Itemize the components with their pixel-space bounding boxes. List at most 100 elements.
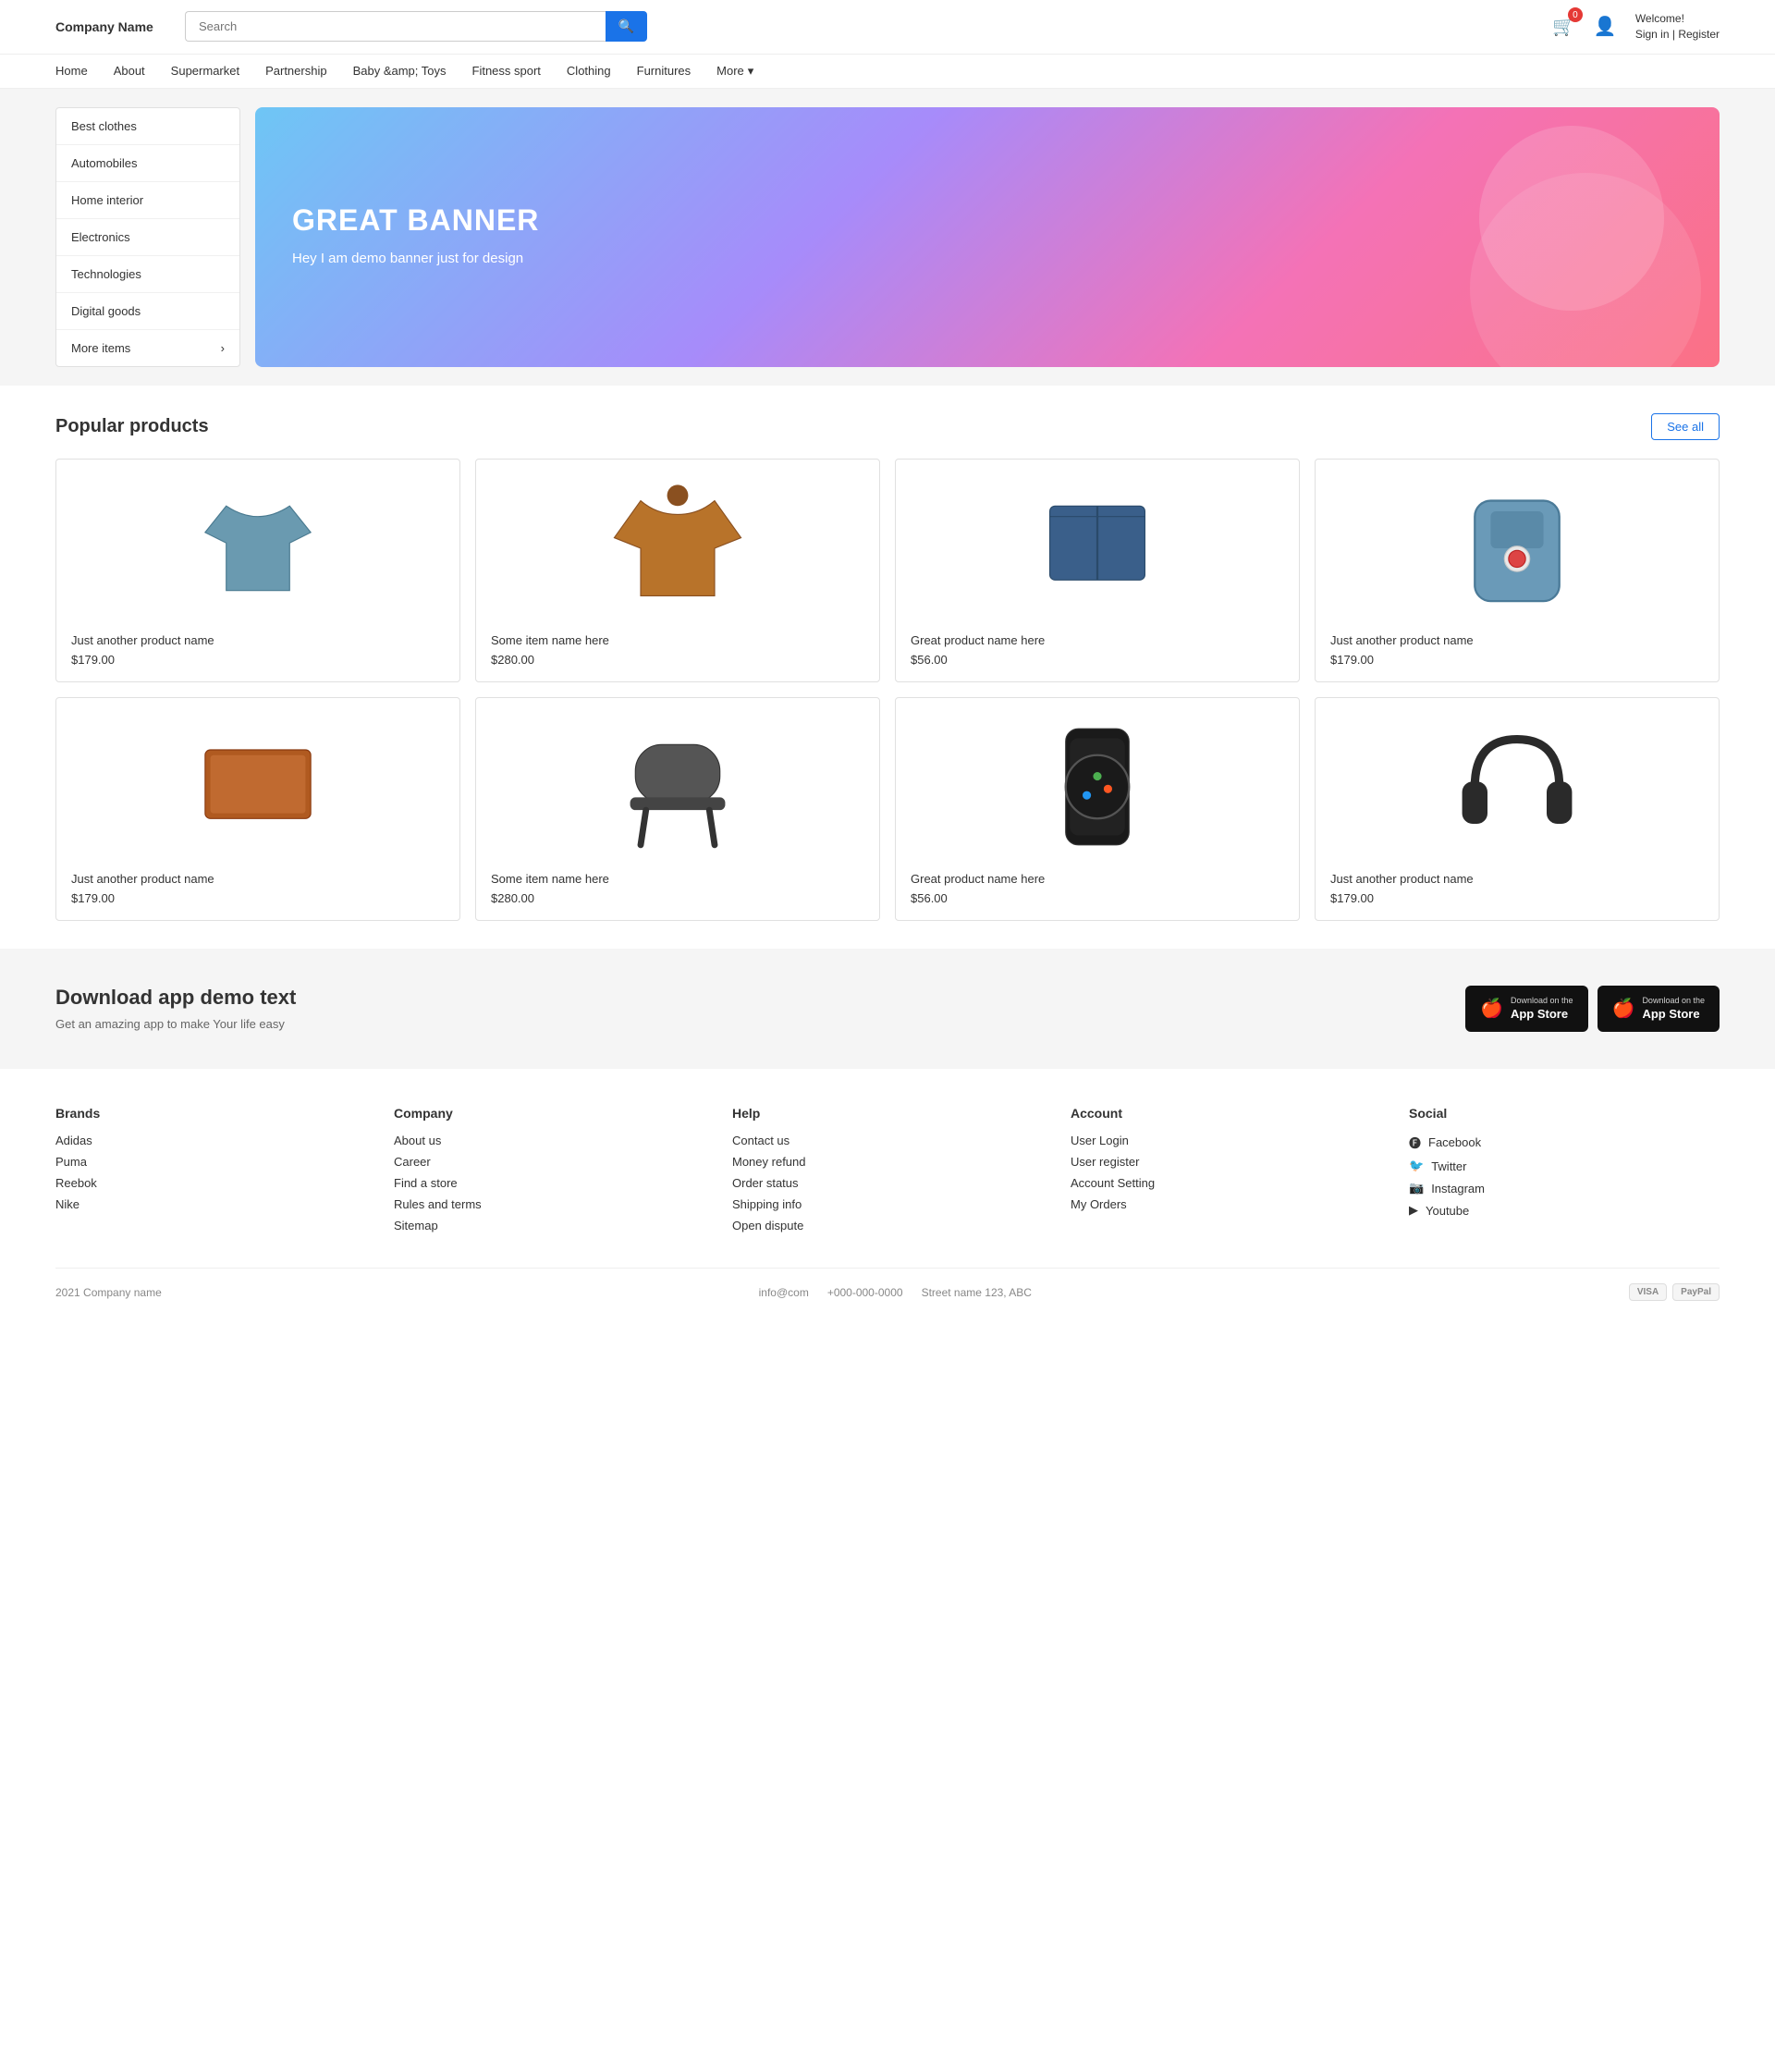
product-card[interactable]: Just another product name $179.00 <box>1315 697 1720 921</box>
sidebar-item-home-interior[interactable]: Home interior <box>56 182 239 219</box>
product-card[interactable]: Just another product name $179.00 <box>1315 459 1720 682</box>
product-image <box>1330 713 1704 861</box>
apple-icon: 🍎 <box>1480 997 1503 1020</box>
product-price: $179.00 <box>71 891 445 905</box>
account-orders[interactable]: My Orders <box>1071 1197 1381 1211</box>
product-image <box>911 713 1284 861</box>
account-title: Account <box>1071 1106 1381 1121</box>
chevron-right-icon: › <box>221 341 225 355</box>
footer-brands: Brands Adidas Puma Reebok Nike <box>55 1106 366 1240</box>
header-right: 🛒 0 👤 Welcome! Sign in | Register <box>1552 11 1720 43</box>
footer-phone: +000-000-0000 <box>827 1286 903 1299</box>
product-card[interactable]: Some item name here $280.00 <box>475 697 880 921</box>
nav-supermarket[interactable]: Supermarket <box>171 64 239 78</box>
product-price: $56.00 <box>911 891 1284 905</box>
company-sitemap[interactable]: Sitemap <box>394 1219 704 1232</box>
social-twitter[interactable]: 🐦 Twitter <box>1409 1159 1720 1173</box>
app-store-button-1[interactable]: 🍎 Download on the App Store <box>1465 986 1587 1033</box>
user-icon: 👤 <box>1594 15 1617 38</box>
company-about-us[interactable]: About us <box>394 1134 704 1147</box>
brand-reebok[interactable]: Reebok <box>55 1176 366 1190</box>
product-card[interactable]: Great product name here $56.00 <box>895 459 1300 682</box>
footer-help: Help Contact us Money refund Order statu… <box>732 1106 1043 1240</box>
product-price: $179.00 <box>71 653 445 667</box>
product-card[interactable]: Some item name here $280.00 <box>475 459 880 682</box>
nav-fitness[interactable]: Fitness sport <box>472 64 541 78</box>
nav-home[interactable]: Home <box>55 64 88 78</box>
brand-nike[interactable]: Nike <box>55 1197 366 1211</box>
help-dispute[interactable]: Open dispute <box>732 1219 1043 1232</box>
nav-clothing[interactable]: Clothing <box>567 64 611 78</box>
social-instagram[interactable]: 📷 Instagram <box>1409 1181 1720 1195</box>
products-grid: Just another product name $179.00 Some i… <box>55 459 1720 921</box>
product-card[interactable]: Just another product name $179.00 <box>55 697 460 921</box>
see-all-button[interactable]: See all <box>1651 413 1720 440</box>
footer-contact: info@com +000-000-0000 Street name 123, … <box>759 1286 1032 1299</box>
help-contact[interactable]: Contact us <box>732 1134 1043 1147</box>
nav-baby-toys[interactable]: Baby &amp; Toys <box>353 64 447 78</box>
product-image <box>71 474 445 622</box>
account-register[interactable]: User register <box>1071 1155 1381 1169</box>
product-name: Some item name here <box>491 872 864 886</box>
header: Company Name 🔍 🛒 0 👤 Welcome! Sign in | … <box>0 0 1775 55</box>
help-order-status[interactable]: Order status <box>732 1176 1043 1190</box>
product-price: $280.00 <box>491 653 864 667</box>
copyright: 2021 Company name <box>55 1286 162 1299</box>
facebook-icon: 🅕 <box>1409 1134 1421 1151</box>
apple-icon-2: 🍎 <box>1612 997 1635 1020</box>
app-buttons: 🍎 Download on the App Store 🍎 Download o… <box>1465 986 1720 1033</box>
chevron-down-icon: ▾ <box>748 64 754 79</box>
logo: Company Name <box>55 19 166 34</box>
section-title: Popular products <box>55 416 209 437</box>
search-bar: 🔍 <box>185 11 647 42</box>
sidebar: Best clothes Automobiles Home interior E… <box>55 107 240 367</box>
social-youtube[interactable]: ▶ Youtube <box>1409 1203 1720 1218</box>
search-button[interactable]: 🔍 <box>606 11 647 42</box>
brand-adidas[interactable]: Adidas <box>55 1134 366 1147</box>
footer: Brands Adidas Puma Reebok Nike Company A… <box>0 1069 1775 1319</box>
hero-banner: GREAT BANNER Hey I am demo banner just f… <box>255 107 1720 367</box>
app-title: Download app demo text <box>55 986 296 1010</box>
sidebar-item-more-items[interactable]: More items › <box>56 330 239 366</box>
company-rules[interactable]: Rules and terms <box>394 1197 704 1211</box>
banner-text: GREAT BANNER Hey I am demo banner just f… <box>292 203 539 270</box>
product-image <box>71 713 445 861</box>
youtube-icon: ▶ <box>1409 1203 1418 1218</box>
sidebar-item-electronics[interactable]: Electronics <box>56 219 239 256</box>
twitter-icon: 🐦 <box>1409 1159 1424 1173</box>
sidebar-item-technologies[interactable]: Technologies <box>56 256 239 293</box>
social-title: Social <box>1409 1106 1720 1121</box>
social-facebook[interactable]: 🅕 Facebook <box>1409 1134 1720 1151</box>
product-image <box>491 474 864 622</box>
sidebar-item-automobiles[interactable]: Automobiles <box>56 145 239 182</box>
company-career[interactable]: Career <box>394 1155 704 1169</box>
sign-in-link[interactable]: Sign in <box>1635 28 1670 41</box>
nav-more[interactable]: More ▾ <box>716 64 753 79</box>
help-refund[interactable]: Money refund <box>732 1155 1043 1169</box>
cart-button[interactable]: 🛒 0 <box>1552 15 1575 38</box>
product-price: $280.00 <box>491 891 864 905</box>
footer-columns: Brands Adidas Puma Reebok Nike Company A… <box>55 1106 1720 1240</box>
app-store-button-2[interactable]: 🍎 Download on the App Store <box>1598 986 1720 1033</box>
products-section: Popular products See all Just another pr… <box>0 386 1775 949</box>
product-image <box>911 474 1284 622</box>
main-nav: Home About Supermarket Partnership Baby … <box>0 55 1775 89</box>
app-section: Download app demo text Get an amazing ap… <box>0 949 1775 1070</box>
account-login[interactable]: User Login <box>1071 1134 1381 1147</box>
search-input[interactable] <box>185 11 606 42</box>
product-card[interactable]: Great product name here $56.00 <box>895 697 1300 921</box>
product-card[interactable]: Just another product name $179.00 <box>55 459 460 682</box>
nav-furnitures[interactable]: Furnitures <box>637 64 692 78</box>
nav-partnership[interactable]: Partnership <box>265 64 326 78</box>
help-shipping[interactable]: Shipping info <box>732 1197 1043 1211</box>
register-link[interactable]: Register <box>1678 28 1720 41</box>
account-setting[interactable]: Account Setting <box>1071 1176 1381 1190</box>
nav-about[interactable]: About <box>114 64 145 78</box>
brand-puma[interactable]: Puma <box>55 1155 366 1169</box>
footer-social: Social 🅕 Facebook 🐦 Twitter 📷 Instagram … <box>1409 1106 1720 1240</box>
footer-bottom: 2021 Company name info@com +000-000-0000… <box>55 1268 1720 1301</box>
company-find-store[interactable]: Find a store <box>394 1176 704 1190</box>
sidebar-item-best-clothes[interactable]: Best clothes <box>56 108 239 145</box>
auth-links: Sign in | Register <box>1635 27 1720 43</box>
sidebar-item-digital-goods[interactable]: Digital goods <box>56 293 239 330</box>
